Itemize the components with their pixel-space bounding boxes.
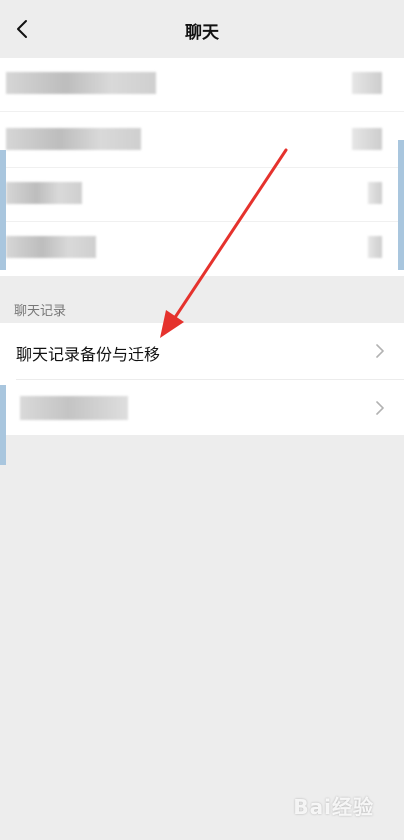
obscured-row[interactable] [0,222,404,276]
obscured-row[interactable] [0,114,404,168]
setting-label: 聊天记录备份与迁移 [16,345,161,364]
top-nav-bar: 聊天 [0,0,404,58]
page-title: 聊天 [185,23,219,43]
divider [0,111,404,112]
watermark: Bai经验 [293,795,374,819]
blurred-text [6,128,141,150]
chat-history-settings: 聊天记录备份与迁移 [0,323,404,435]
blurred-text [352,72,382,94]
edge-strip [398,140,404,270]
edge-strip [0,385,6,465]
blurred-text [20,396,128,420]
edge-strip [0,150,6,270]
blurred-text [352,128,382,150]
obscured-settings-list [0,58,404,276]
chevron-right-icon [376,344,384,358]
blurred-text [368,182,382,204]
blurred-text [6,182,82,204]
blurred-text [6,236,96,258]
section-label: 聊天记录 [14,304,67,319]
chevron-right-icon [376,401,384,415]
obscured-row[interactable] [0,168,404,222]
chat-backup-migrate-row[interactable]: 聊天记录备份与迁移 [0,323,404,379]
obscured-setting-row[interactable] [0,380,404,436]
blurred-text [368,236,382,258]
blurred-text [6,72,156,94]
obscured-row[interactable] [0,58,404,112]
